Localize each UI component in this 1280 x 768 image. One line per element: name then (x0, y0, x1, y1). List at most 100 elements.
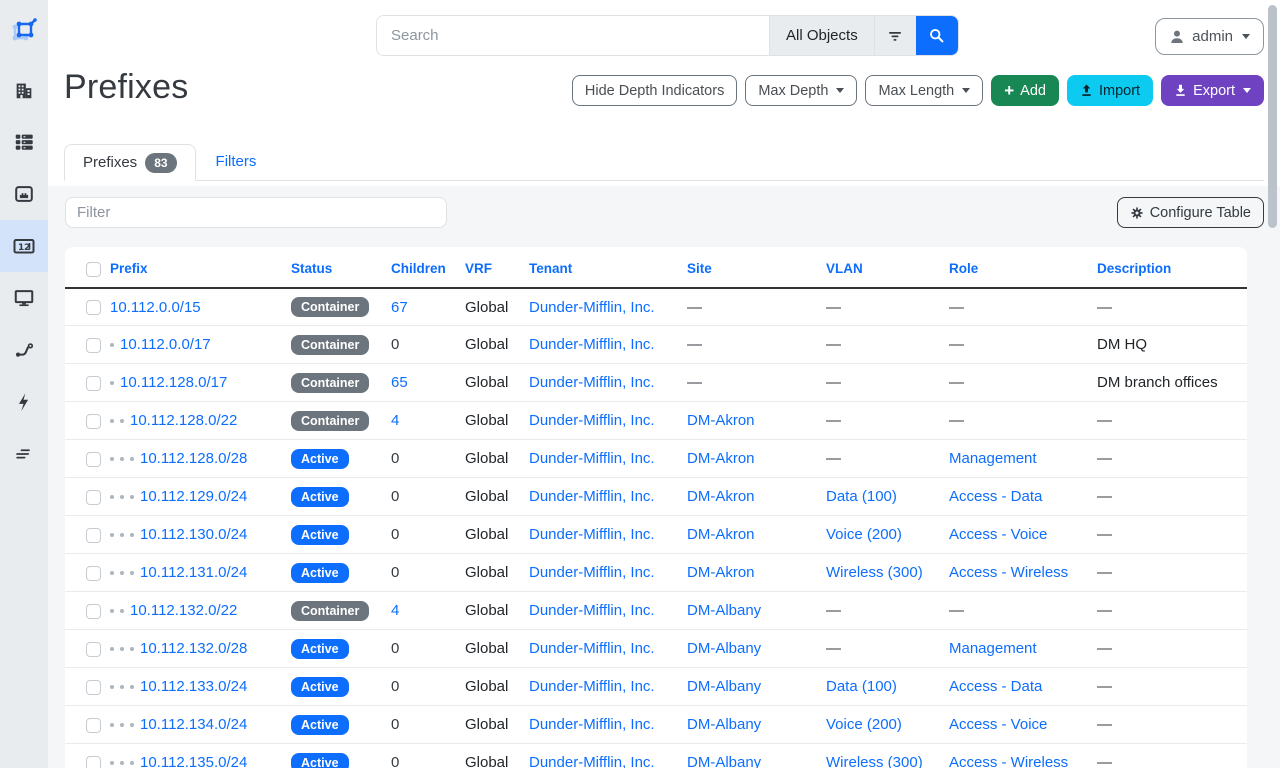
children-link[interactable]: 4 (391, 602, 399, 619)
tenant-link[interactable]: Dunder-Mifflin, Inc. (529, 678, 655, 695)
site-link[interactable]: DM-Albany (687, 716, 761, 733)
role-link[interactable]: Access - Wireless (949, 564, 1068, 581)
prefix-link[interactable]: 10.112.134.0/24 (140, 716, 247, 733)
prefix-link[interactable]: 10.112.128.0/17 (120, 374, 227, 391)
role-link[interactable]: Access - Voice (949, 526, 1047, 543)
role-link[interactable]: Access - Voice (949, 716, 1047, 733)
children-link[interactable]: 65 (391, 374, 408, 391)
site-link[interactable]: DM-Akron (687, 564, 755, 581)
vlan-link[interactable]: Data (100) (826, 678, 897, 695)
site-link[interactable]: DM-Akron (687, 412, 755, 429)
row-checkbox[interactable] (86, 604, 101, 619)
sidebar-item-power[interactable] (0, 376, 48, 428)
vlan-link[interactable]: Data (100) (826, 488, 897, 505)
tenant-link[interactable]: Dunder-Mifflin, Inc. (529, 450, 655, 467)
tenant-link[interactable]: Dunder-Mifflin, Inc. (529, 299, 655, 316)
search-input[interactable] (377, 16, 769, 55)
row-checkbox[interactable] (86, 452, 101, 467)
row-checkbox[interactable] (86, 414, 101, 429)
role-link[interactable]: Management (949, 640, 1037, 657)
site-link[interactable]: DM-Albany (687, 640, 761, 657)
hide-depth-indicators-button[interactable]: Hide Depth Indicators (572, 75, 737, 106)
max-depth-dropdown[interactable]: Max Depth (745, 75, 857, 106)
prefix-link[interactable]: 10.112.135.0/24 (140, 754, 247, 768)
row-checkbox[interactable] (86, 490, 101, 505)
row-checkbox[interactable] (86, 338, 101, 353)
sidebar-item-circuits[interactable] (0, 324, 48, 376)
tenant-link[interactable]: Dunder-Mifflin, Inc. (529, 412, 655, 429)
column-header-children[interactable]: Children (391, 261, 465, 288)
add-button[interactable]: +Add (991, 75, 1059, 106)
tenant-link[interactable]: Dunder-Mifflin, Inc. (529, 754, 655, 768)
import-button[interactable]: Import (1067, 75, 1153, 106)
tenant-link[interactable]: Dunder-Mifflin, Inc. (529, 526, 655, 543)
role-link[interactable]: Management (949, 450, 1037, 467)
column-header-role[interactable]: Role (949, 261, 1097, 288)
role-link[interactable]: Access - Data (949, 678, 1042, 695)
sidebar-item-connections[interactable] (0, 168, 48, 220)
prefix-link[interactable]: 10.112.0.0/15 (110, 299, 201, 316)
column-header-prefix[interactable]: Prefix (110, 261, 291, 288)
site-link[interactable]: DM-Akron (687, 488, 755, 505)
role-link[interactable]: Access - Wireless (949, 754, 1068, 768)
site-link[interactable]: DM-Akron (687, 450, 755, 467)
prefix-link[interactable]: 10.112.128.0/22 (130, 412, 237, 429)
sidebar-item-overlays[interactable] (0, 428, 48, 480)
search-filter-button[interactable] (874, 16, 916, 55)
tenant-link[interactable]: Dunder-Mifflin, Inc. (529, 564, 655, 581)
site-link[interactable]: DM-Albany (687, 754, 761, 768)
export-dropdown[interactable]: Export (1161, 75, 1264, 106)
vlan-link[interactable]: Voice (200) (826, 526, 902, 543)
page-scrollbar-thumb[interactable] (1268, 5, 1277, 228)
column-header-site[interactable]: Site (687, 261, 826, 288)
site-link[interactable]: DM-Albany (687, 678, 761, 695)
column-header-tenant[interactable]: Tenant (529, 261, 687, 288)
column-header-status[interactable]: Status (291, 261, 391, 288)
tenant-link[interactable]: Dunder-Mifflin, Inc. (529, 336, 655, 353)
tenant-link[interactable]: Dunder-Mifflin, Inc. (529, 374, 655, 391)
prefix-link[interactable]: 10.112.131.0/24 (140, 564, 247, 581)
tenant-link[interactable]: Dunder-Mifflin, Inc. (529, 640, 655, 657)
tab-filters[interactable]: Filters (196, 143, 277, 180)
site-link[interactable]: DM-Albany (687, 602, 761, 619)
role-link[interactable]: Access - Data (949, 488, 1042, 505)
row-checkbox[interactable] (86, 718, 101, 733)
tenant-link[interactable]: Dunder-Mifflin, Inc. (529, 602, 655, 619)
sidebar-item-ipam[interactable]: 1 2 (0, 220, 48, 272)
vlan-link[interactable]: Wireless (300) (826, 564, 923, 581)
site-link[interactable]: DM-Akron (687, 526, 755, 543)
column-header-vrf[interactable]: VRF (465, 261, 529, 288)
prefix-link[interactable]: 10.112.133.0/24 (140, 678, 247, 695)
row-checkbox[interactable] (86, 300, 101, 315)
prefix-link[interactable]: 10.112.132.0/22 (130, 602, 237, 619)
row-checkbox[interactable] (86, 680, 101, 695)
user-menu-button[interactable]: admin (1155, 18, 1264, 55)
sidebar-item-virtualization[interactable] (0, 272, 48, 324)
children-link[interactable]: 67 (391, 299, 408, 316)
prefix-link[interactable]: 10.112.132.0/28 (140, 640, 247, 657)
prefix-link[interactable]: 10.112.130.0/24 (140, 526, 247, 543)
row-checkbox[interactable] (86, 376, 101, 391)
column-header-vlan[interactable]: VLAN (826, 261, 949, 288)
search-scope-dropdown[interactable]: All Objects (769, 16, 874, 55)
column-header-description[interactable]: Description (1097, 261, 1247, 288)
select-all-checkbox[interactable] (86, 262, 101, 277)
vlan-link[interactable]: Wireless (300) (826, 754, 923, 768)
row-checkbox[interactable] (86, 528, 101, 543)
row-checkbox[interactable] (86, 566, 101, 581)
prefix-link[interactable]: 10.112.129.0/24 (140, 488, 247, 505)
tenant-link[interactable]: Dunder-Mifflin, Inc. (529, 488, 655, 505)
sidebar-item-devices[interactable] (0, 116, 48, 168)
configure-table-button[interactable]: Configure Table (1117, 197, 1264, 228)
sidebar-item-organization[interactable] (0, 64, 48, 116)
max-length-dropdown[interactable]: Max Length (865, 75, 983, 106)
vlan-link[interactable]: Voice (200) (826, 716, 902, 733)
prefix-link[interactable]: 10.112.128.0/28 (140, 450, 247, 467)
search-submit-button[interactable] (916, 16, 958, 55)
children-link[interactable]: 4 (391, 412, 399, 429)
row-checkbox[interactable] (86, 642, 101, 657)
netbox-logo-icon[interactable] (0, 0, 48, 64)
prefix-link[interactable]: 10.112.0.0/17 (120, 336, 211, 353)
tenant-link[interactable]: Dunder-Mifflin, Inc. (529, 716, 655, 733)
table-filter-input[interactable] (65, 197, 447, 228)
